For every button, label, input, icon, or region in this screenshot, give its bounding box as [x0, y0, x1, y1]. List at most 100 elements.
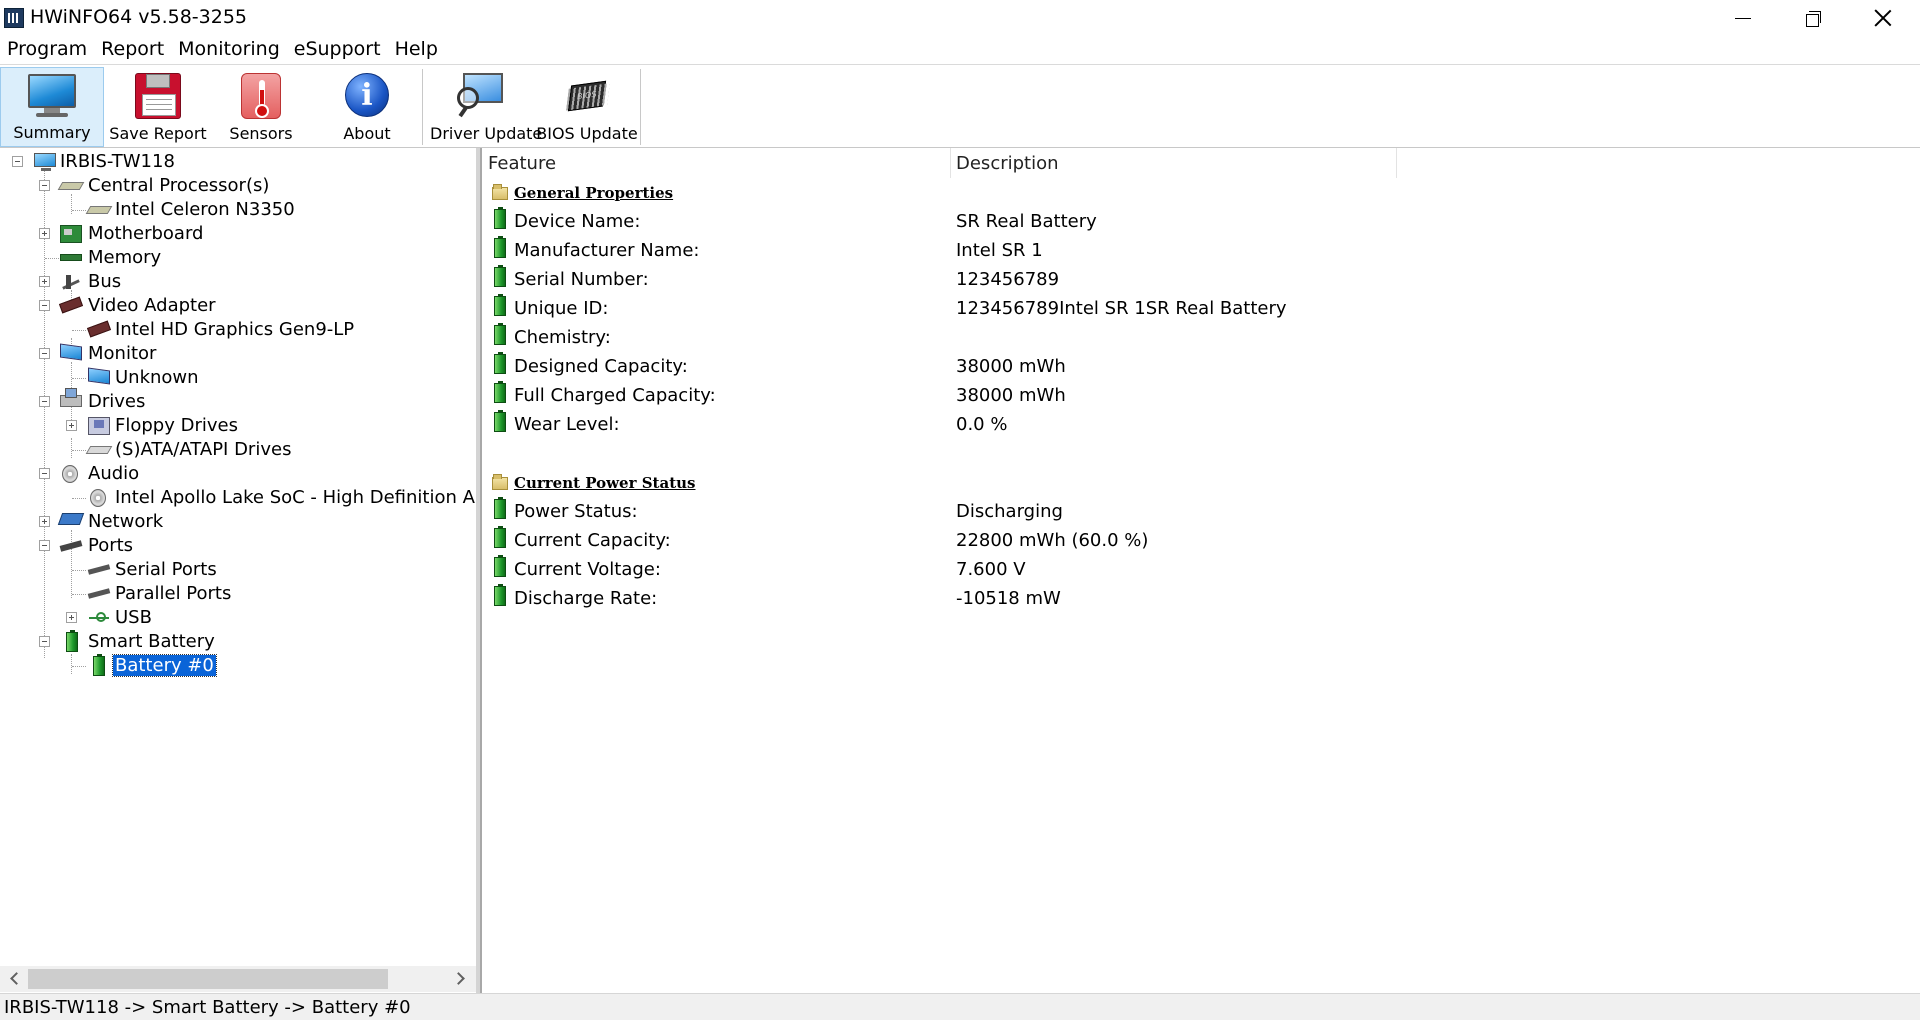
detail-row[interactable]: Device Name: SR Real Battery	[482, 207, 1920, 236]
scroll-right-icon[interactable]	[454, 971, 466, 985]
summary-label: Summary	[13, 123, 91, 142]
tree-node-monitor-unknown[interactable]: Unknown	[0, 366, 476, 390]
collapse-toggle[interactable]	[39, 540, 50, 551]
detail-row[interactable]: Designed Capacity: 38000 mWh	[482, 352, 1920, 381]
summary-button[interactable]: Summary	[0, 67, 104, 147]
sata-drive-icon	[85, 446, 113, 454]
tree-node-audio[interactable]: Audio	[0, 462, 476, 486]
tree-node-cpu[interactable]: Intel Celeron N3350	[0, 198, 476, 222]
tree-horizontal-scrollbar[interactable]	[0, 966, 476, 992]
expand-toggle[interactable]	[39, 228, 50, 239]
battery-icon	[494, 497, 506, 519]
tree-label-motherboard: Motherboard	[88, 223, 204, 244]
column-header-description[interactable]: Description	[956, 153, 1059, 174]
tree-node-network[interactable]: Network	[0, 510, 476, 534]
feature-name: Full Charged Capacity:	[514, 385, 716, 406]
menu-report[interactable]: Report	[96, 36, 169, 64]
scrollbar-thumb[interactable]	[28, 969, 388, 989]
detail-row[interactable]: Current Capacity: 22800 mWh (60.0 %)	[482, 526, 1920, 555]
sensors-button[interactable]: Sensors	[216, 67, 306, 147]
restore-button[interactable]	[1778, 0, 1848, 36]
detail-row[interactable]: Unique ID: 123456789Intel SR 1SR Real Ba…	[482, 294, 1920, 323]
detail-row[interactable]: Full Charged Capacity: 38000 mWh	[482, 381, 1920, 410]
driver-update-label: Driver Update	[430, 124, 543, 143]
detail-row[interactable]: Serial Number: 123456789	[482, 265, 1920, 294]
tree-node-serial-ports[interactable]: Serial Ports	[0, 558, 476, 582]
close-button[interactable]	[1848, 0, 1918, 36]
menu-help[interactable]: Help	[390, 36, 443, 64]
battery-icon	[494, 236, 506, 258]
tree-node-ports[interactable]: Ports	[0, 534, 476, 558]
feature-value: Intel SR 1	[956, 240, 1043, 261]
menu-program[interactable]: Program	[2, 36, 92, 64]
battery-icon	[494, 584, 506, 606]
collapse-toggle[interactable]	[39, 396, 50, 407]
tree-label-usb: USB	[115, 607, 152, 628]
tree-node-memory[interactable]: Memory	[0, 246, 476, 270]
tree-node-central-processors[interactable]: Central Processor(s)	[0, 174, 476, 198]
tree-node-monitor[interactable]: Monitor	[0, 342, 476, 366]
expand-toggle[interactable]	[66, 420, 77, 431]
battery-icon	[494, 352, 506, 374]
tree-node-motherboard[interactable]: Motherboard	[0, 222, 476, 246]
tree-node-smart-battery[interactable]: Smart Battery	[0, 630, 476, 654]
tree-connector	[72, 210, 86, 211]
tree-node-sata-drives[interactable]: (S)ATA/ATAPI Drives	[0, 438, 476, 462]
section-title: Current Power Status	[514, 474, 696, 492]
collapse-toggle[interactable]	[39, 348, 50, 359]
tree-label-central-processors: Central Processor(s)	[88, 175, 270, 196]
tree-label-video-adapter: Video Adapter	[88, 295, 216, 316]
tree-node-parallel-ports[interactable]: Parallel Ports	[0, 582, 476, 606]
tree-node-drives[interactable]: Drives	[0, 388, 476, 414]
detail-row[interactable]: Discharge Rate: -10518 mW	[482, 584, 1920, 613]
collapse-toggle[interactable]	[39, 180, 50, 191]
tree-connector	[72, 594, 86, 595]
feature-value: 123456789Intel SR 1SR Real Battery	[956, 298, 1287, 319]
detail-row[interactable]: Chemistry:	[482, 323, 1920, 352]
column-divider[interactable]	[1396, 148, 1397, 178]
scroll-left-icon[interactable]	[8, 971, 20, 985]
tree-connector	[45, 258, 59, 259]
tree-node-video-adapter[interactable]: Video Adapter	[0, 294, 476, 318]
menu-esupport[interactable]: eSupport	[289, 36, 386, 64]
tree-node-usb[interactable]: USB	[0, 606, 476, 630]
about-button[interactable]: i About	[322, 67, 412, 147]
collapse-toggle[interactable]	[39, 468, 50, 479]
tree-node-gpu[interactable]: Intel HD Graphics Gen9-LP	[0, 318, 476, 342]
about-label: About	[343, 124, 391, 143]
detail-row[interactable]: Current Voltage: 7.600 V	[482, 555, 1920, 584]
battery-icon	[66, 630, 78, 652]
expand-toggle[interactable]	[39, 516, 50, 527]
bios-update-button[interactable]: BIOS Update	[536, 67, 638, 147]
tree-node-floppy-drives[interactable]: Floppy Drives	[0, 414, 476, 438]
tree-node-bus[interactable]: Bus	[0, 270, 476, 294]
feature-name: Device Name:	[514, 211, 641, 232]
tree-connector	[72, 378, 86, 379]
bus-icon	[60, 273, 82, 291]
tree-label-drives: Drives	[88, 391, 146, 412]
column-header-feature[interactable]: Feature	[488, 153, 556, 174]
tree-node-computer[interactable]: IRBIS-TW118	[0, 150, 476, 174]
feature-value: 38000 mWh	[956, 356, 1066, 377]
driver-update-button[interactable]: Driver Update	[430, 67, 543, 147]
column-divider[interactable]	[950, 148, 951, 178]
expand-toggle[interactable]	[39, 276, 50, 287]
tree-node-battery-0[interactable]: Battery #0	[0, 654, 476, 678]
tree-node-audio-device[interactable]: Intel Apollo Lake SoC - High Definition …	[0, 486, 476, 510]
collapse-toggle[interactable]	[39, 636, 50, 647]
expand-toggle[interactable]	[66, 612, 77, 623]
battery-icon	[494, 265, 506, 287]
collapse-toggle[interactable]	[12, 156, 23, 167]
toolbar: Summary Save Report Sensors i About Driv…	[0, 64, 1920, 148]
menu-monitoring[interactable]: Monitoring	[173, 36, 285, 64]
collapse-toggle[interactable]	[39, 300, 50, 311]
minimize-button[interactable]	[1708, 0, 1778, 36]
battery-icon	[93, 654, 105, 676]
section-header-power: Current Power Status	[482, 468, 1920, 497]
toolbar-separator	[640, 69, 641, 145]
save-report-button[interactable]: Save Report	[108, 67, 208, 147]
detail-row[interactable]: Power Status: Discharging	[482, 497, 1920, 526]
feature-value: Discharging	[956, 501, 1063, 522]
detail-row[interactable]: Wear Level: 0.0 %	[482, 410, 1920, 439]
detail-row[interactable]: Manufacturer Name: Intel SR 1	[482, 236, 1920, 265]
